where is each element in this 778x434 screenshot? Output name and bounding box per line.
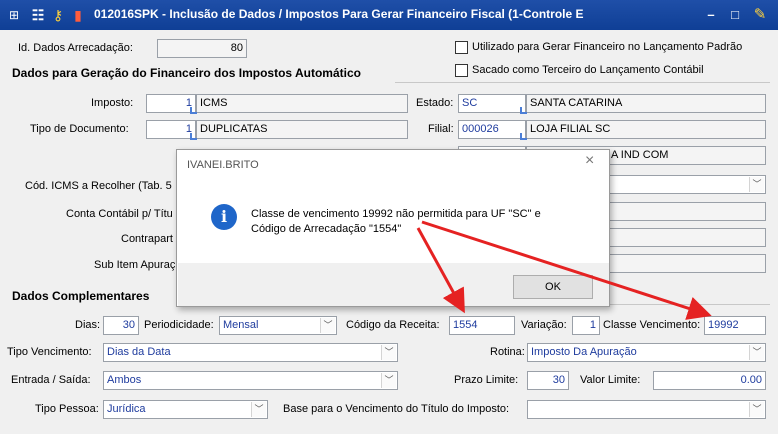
arrow-to-classe-vencimento	[421, 220, 712, 320]
annotation-arrows	[416, 220, 712, 320]
arrow-to-codigo-receita	[416, 227, 465, 314]
